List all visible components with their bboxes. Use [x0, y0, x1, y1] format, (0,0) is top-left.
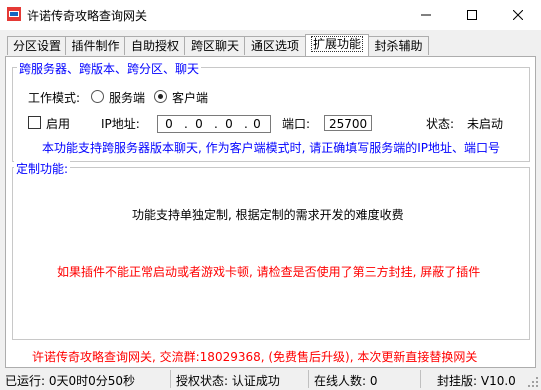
cross-server-group-title: 跨服务器、跨版本、跨分区、聊天 — [17, 60, 202, 77]
enable-checkbox[interactable] — [28, 116, 41, 129]
ip-octet-1[interactable]: 0 — [160, 117, 178, 131]
mode-client-label[interactable]: 客户端 — [172, 89, 208, 106]
tab-self-auth[interactable]: 自助授权 — [124, 36, 186, 55]
port-label: 端口: — [282, 117, 311, 131]
ip-label: IP地址: — [101, 117, 140, 131]
custom-group — [12, 167, 530, 340]
tab-plugin-make[interactable]: 插件制作 — [65, 36, 126, 55]
ip-octet-2[interactable]: 0 — [190, 117, 208, 131]
mode-server-radio[interactable] — [91, 90, 104, 103]
close-icon — [513, 10, 523, 20]
mode-client-radio[interactable] — [154, 90, 167, 103]
window-title: 许诺传奇攻略查询网关 — [27, 9, 148, 23]
version-status: 封挂版: V10.0 — [437, 374, 516, 388]
tab-zone-options[interactable]: 通区选项 — [244, 36, 306, 55]
ip-address-input[interactable]: 0 . 0 . 0 . 0 — [157, 115, 271, 133]
online-count: 在线人数: 0 — [314, 374, 378, 388]
maximize-button[interactable] — [449, 0, 495, 30]
tab-ban-assist[interactable]: 封杀辅助 — [368, 36, 429, 55]
app-logo-icon — [7, 7, 21, 21]
close-button[interactable] — [495, 0, 541, 30]
minimize-button[interactable] — [403, 0, 449, 30]
cross-server-hint: 本功能支持跨服务器版本聊天, 作为客户端模式时, 请正确填写服务端的IP地址、端… — [42, 141, 501, 155]
custom-warning: 如果插件不能正常启动或者游戏卡顿, 请检查是否使用了第三方封挂, 屏蔽了插件 — [57, 265, 481, 279]
ip-octet-3[interactable]: 0 — [220, 117, 238, 131]
footer-note: 许诺传奇攻略查询网关, 交流群:18029368, (免费售后升级), 本次更新… — [32, 350, 478, 364]
main-window: 许诺传奇攻略查询网关 分区设置 插件制作 自助授权 跨区聊天 通区选项 扩展功能… — [0, 0, 541, 390]
title-bar[interactable]: 许诺传奇攻略查询网关 — [0, 0, 541, 30]
status-bar: 已运行: 0天0时0分50秒 授权状态: 认证成功 在线人数: 0 封挂版: V… — [0, 368, 541, 390]
enable-label[interactable]: 启用 — [46, 115, 70, 132]
tab-cross-chat[interactable]: 跨区聊天 — [184, 36, 246, 55]
custom-group-title: 定制功能: — [14, 160, 71, 177]
mode-server-label[interactable]: 服务端 — [109, 89, 145, 106]
custom-description: 功能支持单独定制, 根据定制的需求开发的难度收费 — [132, 208, 404, 222]
status-label: 状态: — [426, 117, 455, 131]
ip-octet-4[interactable]: 0 — [248, 117, 266, 131]
uptime-status: 已运行: 0天0时0分50秒 — [5, 374, 136, 388]
work-mode-label: 工作模式: — [28, 91, 81, 105]
resize-grip-icon[interactable] — [527, 376, 539, 388]
tab-panel-extensions: 跨服务器、跨版本、跨分区、聊天 工作模式: 服务端 客户端 启用 IP地址: 0… — [5, 56, 536, 368]
tab-extensions[interactable]: 扩展功能 — [305, 34, 369, 56]
status-value: 未启动 — [467, 117, 504, 131]
maximize-icon — [467, 10, 477, 20]
minimize-icon — [421, 14, 431, 16]
port-input[interactable]: 25700 — [324, 115, 372, 131]
tab-partition-settings[interactable]: 分区设置 — [7, 36, 67, 55]
auth-status: 授权状态: 认证成功 — [176, 374, 280, 388]
